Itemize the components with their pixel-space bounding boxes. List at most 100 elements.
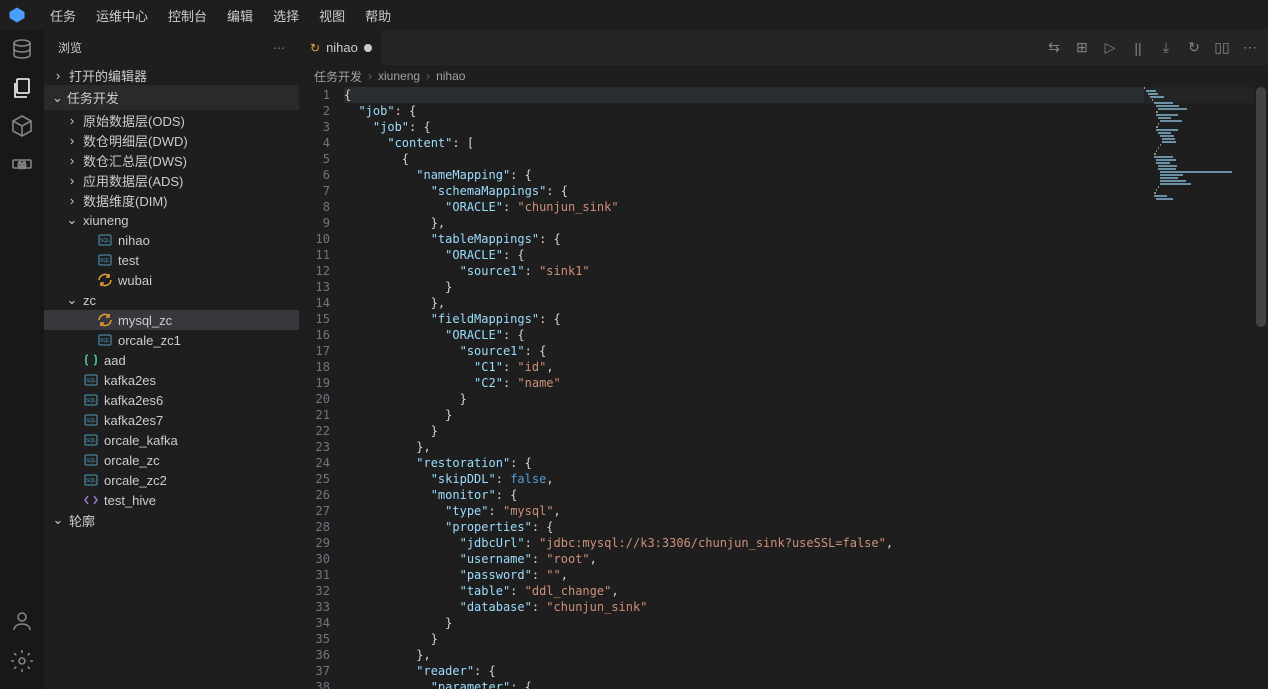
run-icon[interactable]: ▷ (1102, 39, 1118, 56)
tree-item-label: orcale_zc (104, 453, 160, 468)
tree-item-label: 数据维度(DIM) (83, 191, 168, 210)
svg-text:SQL: SQL (100, 238, 110, 244)
split-editor-icon[interactable]: ▯▯ (1214, 39, 1230, 56)
tree-item-label: orcale_kafka (104, 433, 178, 448)
tree-item-label: xiuneng (83, 213, 129, 228)
tree-item[interactable]: wubai (44, 270, 299, 290)
tree-item[interactable]: › 数仓明细层(DWD) (44, 130, 299, 150)
svg-text:SQL: SQL (100, 258, 110, 264)
more-actions-icon[interactable]: ⋯ (1242, 39, 1258, 56)
new-tab-icon[interactable]: ⊞ (1074, 39, 1090, 56)
tree-item-label: 原始数据层(ODS) (83, 111, 185, 130)
tree-item-label: orcale_zc1 (118, 333, 181, 348)
svg-text:SQL: SQL (86, 458, 96, 464)
task-dev-section[interactable]: ⌄ 任务开发 (44, 85, 299, 110)
tree-item[interactable]: aad (44, 350, 299, 370)
tree-item-label: test (118, 253, 139, 268)
tree-item[interactable]: SQL orcale_zc1 (44, 330, 299, 350)
chevron-icon: ⌄ (66, 292, 78, 308)
line-number-gutter: 1234567891011121314151617181920212223242… (300, 87, 344, 689)
pause-icon[interactable]: || (1130, 40, 1146, 56)
tree-item[interactable]: › 数据维度(DIM) (44, 190, 299, 210)
swap-icon[interactable]: ⇆ (1046, 39, 1062, 56)
tree-item-label: kafka2es7 (104, 413, 163, 428)
sidebar-tree: › 打开的编辑器 ⌄ 任务开发 ›原始数据层(ODS)›数仓明细层(DWD)›数… (44, 65, 299, 689)
tree-item[interactable]: SQL test (44, 250, 299, 270)
tree-item[interactable]: SQL orcale_zc2 (44, 470, 299, 490)
tab-nihao[interactable]: ↻ nihao (300, 30, 383, 65)
tree-item-label: 数仓明细层(DWD) (83, 131, 188, 150)
tree-item-label: mysql_zc (118, 313, 172, 328)
app-logo-icon (8, 6, 26, 24)
breadcrumbs[interactable]: 任务开发 › xiuneng › nihao (300, 65, 1268, 87)
brackets-icon (83, 352, 99, 368)
menu-item[interactable]: 帮助 (355, 2, 401, 29)
tabs-bar: ↻ nihao ⇆ ⊞ ▷ || ⤓ ↻ ▯▯ ⋯ (300, 30, 1268, 65)
svg-text:SQL: SQL (86, 378, 96, 384)
tree-item-label: zc (83, 293, 96, 308)
tree-item[interactable]: mysql_zc (44, 310, 299, 330)
vertical-scrollbar[interactable] (1254, 87, 1268, 689)
menu-item[interactable]: 运维中心 (86, 2, 158, 29)
tree-item[interactable]: › 应用数据层(ADS) (44, 170, 299, 190)
tree-item[interactable]: SQL kafka2es6 (44, 390, 299, 410)
code-content[interactable]: { "job": { "job": { "content": [ { "name… (344, 87, 1268, 689)
svg-text:(x): (x) (18, 162, 26, 169)
variables-icon[interactable]: (x) (10, 152, 34, 176)
sql-icon: SQL (97, 332, 113, 348)
svg-text:SQL: SQL (86, 398, 96, 404)
menu-item[interactable]: 控制台 (158, 2, 217, 29)
sql-icon: SQL (83, 412, 99, 428)
editor-area: ↻ nihao ⇆ ⊞ ▷ || ⤓ ↻ ▯▯ ⋯ 任务开发 › xiuneng… (300, 30, 1268, 689)
tree-item[interactable]: ⌄ zc (44, 290, 299, 310)
chevron-icon: › (66, 173, 78, 188)
chevron-icon: › (66, 133, 78, 148)
sidebar: 浏览 ⋯ › 打开的编辑器 ⌄ 任务开发 ›原始数据层(ODS)›数仓明细层(D… (44, 30, 300, 689)
code-icon (83, 492, 99, 508)
tree-item-label: kafka2es6 (104, 393, 163, 408)
scrollbar-thumb[interactable] (1256, 87, 1266, 327)
chevron-icon: › (66, 153, 78, 168)
settings-gear-icon[interactable] (10, 649, 34, 673)
modified-dot-icon (364, 44, 372, 52)
tree-item-label: 应用数据层(ADS) (83, 171, 183, 190)
files-icon[interactable] (10, 76, 34, 100)
code-editor[interactable]: 1234567891011121314151617181920212223242… (300, 87, 1268, 689)
outline-section[interactable]: ⌄ 轮廓 (44, 510, 299, 530)
open-editors-section[interactable]: › 打开的编辑器 (44, 65, 299, 85)
breadcrumb-separator-icon: › (426, 69, 430, 83)
tree-item[interactable]: ›数仓汇总层(DWS) (44, 150, 299, 170)
sync-icon (97, 312, 113, 328)
svg-text:SQL: SQL (86, 478, 96, 484)
chevron-icon: › (66, 193, 78, 208)
tree-item[interactable]: test_hive (44, 490, 299, 510)
sql-icon: SQL (83, 432, 99, 448)
tree-item[interactable]: ⌄xiuneng (44, 210, 299, 230)
chevron-down-icon: ⌄ (52, 90, 63, 106)
svg-text:SQL: SQL (86, 418, 96, 424)
tree-item[interactable]: SQLnihao (44, 230, 299, 250)
sidebar-more-icon[interactable]: ⋯ (273, 41, 285, 55)
tree-item[interactable]: SQL kafka2es7 (44, 410, 299, 430)
menu-item[interactable]: 任务 (40, 2, 86, 29)
cube-icon[interactable] (10, 114, 34, 138)
download-icon[interactable]: ⤓ (1158, 39, 1174, 56)
tree-item[interactable]: SQL orcale_zc (44, 450, 299, 470)
tree-item-label: wubai (118, 273, 152, 288)
chevron-right-icon: › (52, 68, 64, 83)
tree-item[interactable]: SQL orcale_kafka (44, 430, 299, 450)
menu-item[interactable]: 选择 (263, 2, 309, 29)
tree-item-label: orcale_zc2 (104, 473, 167, 488)
chevron-down-icon: ⌄ (52, 512, 64, 528)
tree-item[interactable]: ›原始数据层(ODS) (44, 110, 299, 130)
menu-item[interactable]: 编辑 (217, 2, 263, 29)
tree-item[interactable]: SQLkafka2es (44, 370, 299, 390)
sql-icon: SQL (83, 452, 99, 468)
database-icon[interactable] (10, 38, 34, 62)
account-icon[interactable] (10, 609, 34, 633)
sidebar-title: 浏览 (58, 39, 82, 56)
menu-item[interactable]: 视图 (309, 2, 355, 29)
svg-text:SQL: SQL (100, 338, 110, 344)
sql-icon: SQL (83, 392, 99, 408)
upload-icon[interactable]: ↻ (1186, 39, 1202, 56)
